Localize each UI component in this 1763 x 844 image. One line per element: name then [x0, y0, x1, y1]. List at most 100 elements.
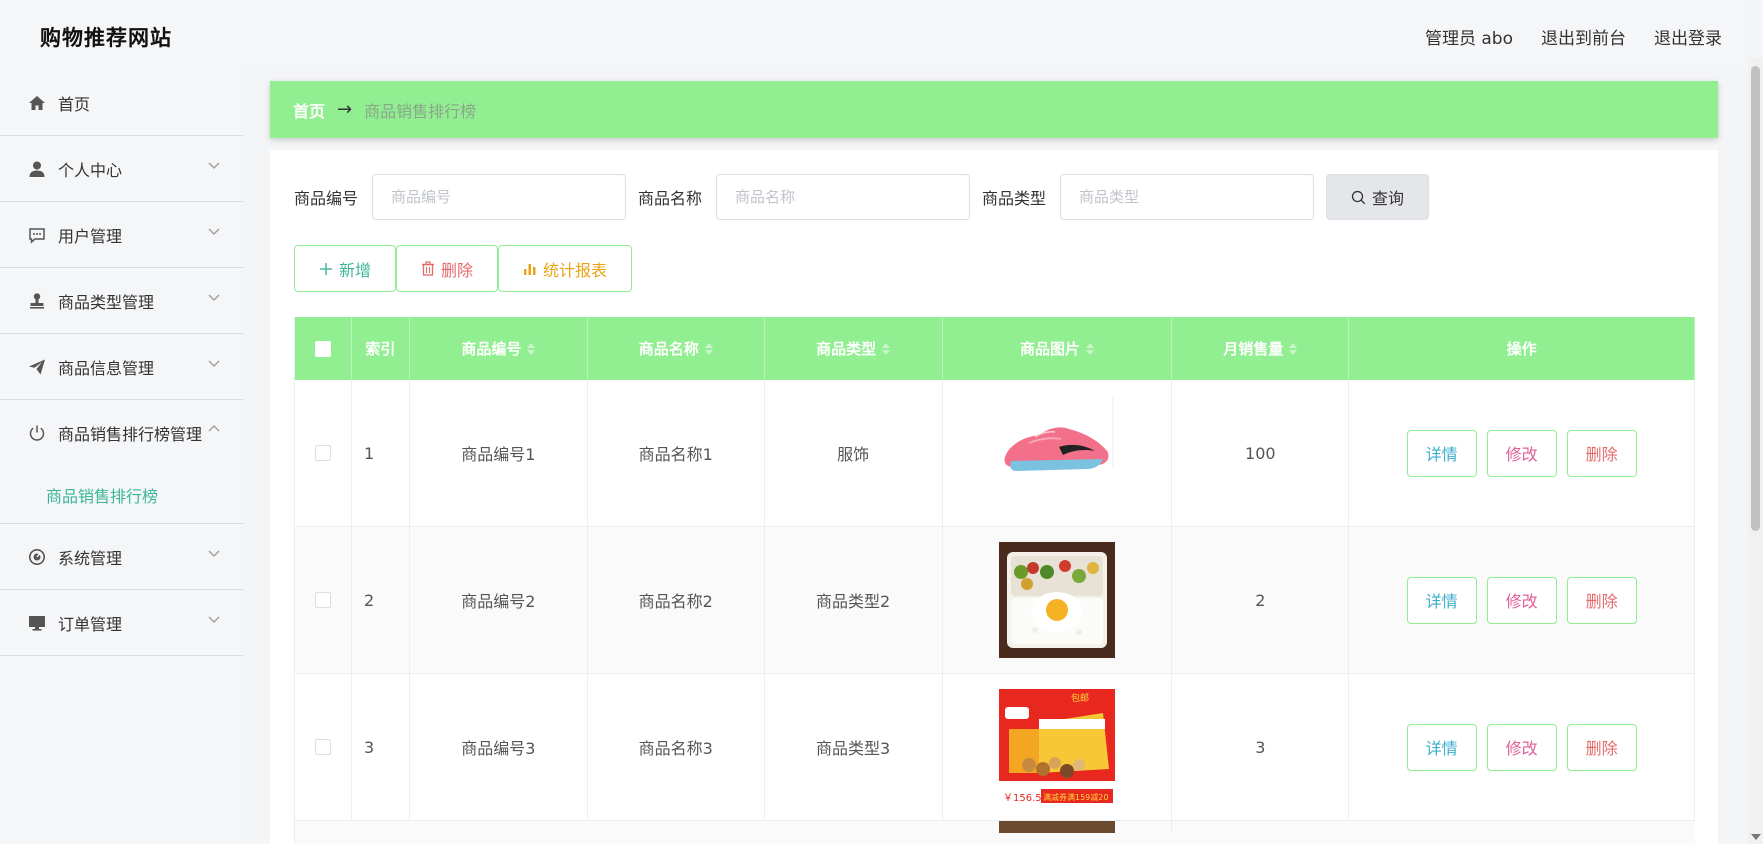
row-sales: 2	[1172, 527, 1350, 673]
page-scrollbar[interactable]	[1748, 58, 1763, 844]
product-type-input[interactable]	[1060, 174, 1315, 220]
header-sales[interactable]: 月销售量	[1172, 317, 1350, 380]
row-ops: 详情 修改 删除	[1349, 527, 1695, 673]
sidebar-item-label: 首页	[58, 94, 91, 114]
sort-icon[interactable]	[527, 342, 536, 355]
row-checkbox[interactable]	[314, 739, 331, 755]
breadcrumb-current: 商品销售排行榜	[364, 101, 477, 121]
chevron-down-icon	[208, 616, 220, 623]
sort-icon[interactable]	[704, 342, 713, 355]
breadcrumb-home[interactable]: 首页	[293, 98, 325, 122]
sort-icon[interactable]	[1289, 342, 1298, 355]
row-sales: 100	[1172, 380, 1350, 526]
delete-label: 删除	[440, 260, 473, 280]
trash-icon	[421, 261, 434, 276]
row-code: 商品编号2	[410, 527, 588, 673]
product-code-input[interactable]	[372, 174, 627, 220]
sort-icon[interactable]	[1085, 342, 1094, 355]
sort-icon[interactable]	[882, 342, 891, 355]
row-image-cell	[943, 380, 1173, 526]
row-type: 商品类型2	[765, 527, 943, 673]
product-name-input[interactable]	[716, 174, 971, 220]
detail-button[interactable]: 详情	[1406, 429, 1477, 477]
site-title: 购物推荐网站	[40, 26, 172, 50]
header-image[interactable]: 商品图片	[943, 317, 1173, 380]
header-select-cell	[295, 317, 352, 380]
back-to-front-link[interactable]: 退出到前台	[1541, 24, 1626, 49]
row-name: 商品名称1	[588, 380, 765, 526]
detail-button[interactable]: 详情	[1406, 723, 1477, 771]
sidebar-item-system-management[interactable]: 系统管理	[0, 524, 243, 590]
add-label: 新增	[338, 260, 371, 280]
sidebar-item-label: 个人中心	[58, 160, 123, 180]
row-name: 商品名称3	[588, 674, 765, 820]
logout-link[interactable]: 退出登录	[1654, 24, 1722, 49]
row-checkbox[interactable]	[314, 445, 331, 461]
row-select-cell	[295, 527, 352, 673]
edit-button[interactable]: 修改	[1486, 429, 1557, 477]
admin-user-label[interactable]: 管理员 abo	[1425, 24, 1513, 49]
row-index: 1	[352, 380, 410, 526]
select-all-checkbox[interactable]	[314, 340, 331, 357]
name-label: 商品名称	[638, 189, 703, 208]
bento-box-image	[998, 542, 1115, 658]
row-image-cell	[943, 527, 1173, 673]
chat-icon	[28, 226, 46, 244]
sidebar-subitem-sales-ranking[interactable]: 商品销售排行榜	[0, 466, 243, 524]
header-name-label: 商品名称	[638, 340, 699, 358]
header-ops-label: 操作	[1506, 340, 1537, 358]
main-content: 商品编号 商品名称 商品类型 查询 新增 删除 统计报表 索引 商品编号 商品名…	[270, 150, 1718, 844]
chevron-down-icon	[208, 550, 220, 557]
monitor-icon	[28, 614, 46, 632]
row-ops: 详情 修改 删除	[1349, 674, 1695, 820]
edit-button[interactable]: 修改	[1486, 723, 1557, 771]
query-label: 查询	[1372, 189, 1405, 208]
chevron-up-icon	[208, 425, 220, 432]
row-image-cell	[943, 821, 1173, 833]
sidebar-item-product-type-management[interactable]: 商品类型管理	[0, 268, 243, 334]
chevron-down-icon	[208, 162, 220, 169]
delete-button[interactable]: 删除	[1566, 723, 1637, 771]
table-row: 3 商品编号3 商品名称3 商品类型3 包邮 ￥156.5 满减券满159减20…	[295, 674, 1695, 821]
row-code: 商品编号3	[410, 674, 588, 820]
delete-button[interactable]: 删除	[1566, 576, 1637, 624]
scrollbar-thumb[interactable]	[1751, 66, 1760, 531]
delete-button[interactable]: 删除	[1566, 429, 1637, 477]
sidebar-item-user-management[interactable]: 用户管理	[0, 202, 243, 268]
row-checkbox[interactable]	[314, 592, 331, 608]
batch-delete-button[interactable]: 删除	[396, 245, 498, 292]
header-type-label: 商品类型	[816, 340, 877, 358]
row-ops: 详情 修改 删除	[1349, 380, 1695, 526]
scroll-down-arrow-icon[interactable]	[1751, 834, 1761, 840]
edit-button[interactable]: 修改	[1486, 576, 1557, 624]
row-type: 服饰	[765, 380, 943, 526]
header-ops: 操作	[1349, 317, 1695, 380]
sidebar-item-product-info-management[interactable]: 商品信息管理	[0, 334, 243, 400]
row-name: 商品名称2	[588, 527, 765, 673]
sidebar-item-label: 用户管理	[58, 226, 123, 246]
image-promo-text: 满减券满159减20	[1043, 792, 1108, 802]
detail-button[interactable]: 详情	[1406, 576, 1477, 624]
header-type[interactable]: 商品类型	[765, 317, 943, 380]
search-icon	[1351, 190, 1366, 204]
sidebar-item-sales-ranking-management[interactable]: 商品销售排行榜管理	[0, 400, 243, 466]
pink-sneaker-image	[998, 395, 1115, 511]
row-select-cell	[295, 380, 352, 526]
header-name[interactable]: 商品名称	[588, 317, 765, 380]
image-mail-text: 包邮	[1071, 692, 1089, 704]
top-header: 购物推荐网站 管理员 abo 退出到前台 退出登录	[0, 0, 1748, 70]
sidebar-item-order-management[interactable]: 订单管理	[0, 590, 243, 656]
sidebar-item-personal-center[interactable]: 个人中心	[0, 136, 243, 202]
query-button[interactable]: 查询	[1326, 174, 1430, 220]
sidebar-item-home[interactable]: 首页	[0, 70, 243, 136]
row-index: 2	[352, 527, 410, 673]
image-price-text: ￥156.5	[1003, 793, 1042, 804]
add-button[interactable]: 新增	[294, 245, 396, 292]
row-index: 3	[352, 674, 410, 820]
plus-icon	[319, 262, 332, 275]
chevron-down-icon	[208, 294, 220, 301]
header-image-label: 商品图片	[1019, 340, 1080, 358]
header-code[interactable]: 商品编号	[410, 317, 588, 380]
breadcrumb-arrow-icon: →	[337, 99, 353, 120]
stats-report-button[interactable]: 统计报表	[498, 245, 632, 292]
